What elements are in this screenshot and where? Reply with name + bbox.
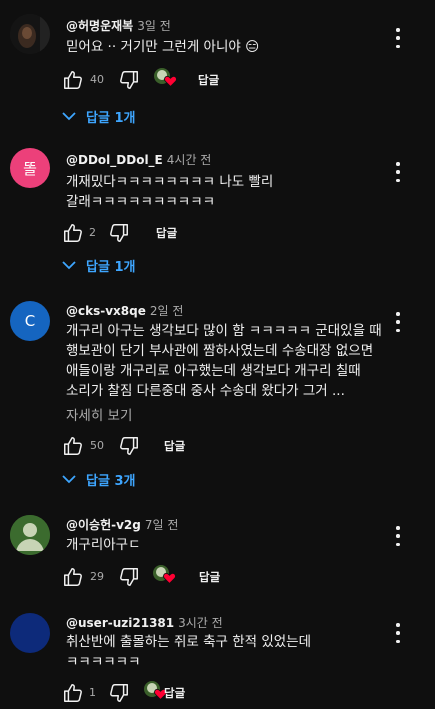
avatar-letter: C [24, 312, 36, 330]
dislike-button[interactable] [108, 221, 130, 245]
reply-button[interactable]: 답글 [156, 225, 177, 241]
like-count: 50 [90, 439, 104, 452]
reply-button[interactable]: 답글 [164, 685, 185, 701]
comment-time[interactable]: 2일 전 [150, 304, 184, 318]
avatar[interactable] [10, 613, 50, 653]
comment-time[interactable]: 3시간 전 [178, 616, 223, 630]
author-name[interactable]: @이승헌-v2g [66, 518, 141, 532]
replies-label: 답글 3개 [86, 473, 136, 489]
view-replies-button[interactable]: 답글 3개 [62, 467, 135, 491]
replies-label: 답글 1개 [86, 110, 136, 126]
view-replies-button[interactable]: 답글 1개 [62, 104, 135, 128]
avatar[interactable] [10, 14, 50, 54]
thumbs-down-icon [110, 684, 128, 702]
thumbs-up-icon [64, 224, 82, 242]
reply-button[interactable]: 답글 [164, 438, 185, 454]
thumbs-down-icon [120, 71, 138, 89]
like-button[interactable] [62, 565, 84, 589]
read-more-link[interactable]: 자세히 보기 [66, 404, 132, 424]
like-button[interactable] [62, 221, 84, 245]
comment-header: @cks-vx8qe 2일 전 [66, 302, 183, 319]
comment-actions: 50 답글 [62, 434, 402, 458]
like-count: 40 [90, 73, 104, 86]
like-button[interactable] [62, 434, 84, 458]
chevron-down-icon [62, 261, 76, 270]
avatar[interactable]: 똘 [10, 148, 50, 188]
thumbs-up-icon [64, 568, 82, 586]
comment-actions: 40 답글 [62, 68, 402, 92]
comment-actions: 2 답글 [62, 221, 402, 245]
view-replies-button[interactable]: 답글 1개 [62, 253, 135, 277]
comment-text: 개구리 아구는 생각보다 많이 함 ㅋㅋㅋㅋㅋ 군대있을 때 행보관이 단기 부… [66, 323, 382, 399]
creator-heart-icon [154, 67, 180, 93]
chevron-down-icon [62, 112, 76, 121]
comment-text: 믿어요 ·· 거기만 그런게 아니야 😑 [66, 39, 260, 55]
reply-button[interactable]: 답글 [199, 569, 220, 585]
like-count: 1 [89, 686, 96, 699]
comment-header: @DDol_DDol_E 4시간 전 [66, 151, 211, 168]
avatar-letter: 똘 [23, 159, 37, 178]
default-user-icon [10, 515, 50, 555]
replies-label: 답글 1개 [86, 259, 136, 275]
comment-time[interactable]: 3일 전 [137, 19, 171, 33]
thumbs-down-icon [120, 437, 138, 455]
creator-heart-icon [153, 564, 179, 590]
like-count: 2 [89, 226, 96, 239]
dislike-button[interactable] [118, 565, 140, 589]
author-name[interactable]: @cks-vx8qe [66, 304, 146, 318]
dislike-button[interactable] [118, 434, 140, 458]
like-count: 29 [90, 570, 104, 583]
comment-text: 개재밌다ㅋㅋㅋㅋㅋㅋㅋㅋ 나도 빨리 갈래ㅋㅋㅋㅋㅋㅋㅋㅋㅋㅋ [66, 174, 274, 210]
more-actions-icon[interactable] [392, 162, 404, 182]
comment-time[interactable]: 4시간 전 [167, 153, 212, 167]
like-button[interactable] [62, 68, 84, 92]
author-name[interactable]: @DDol_DDol_E [66, 153, 163, 167]
more-actions-icon[interactable] [392, 623, 404, 643]
thumbs-up-icon [64, 437, 82, 455]
thumbs-up-icon [64, 71, 82, 89]
chevron-down-icon [62, 475, 76, 484]
avatar[interactable] [10, 515, 50, 555]
more-actions-icon[interactable] [392, 312, 404, 332]
author-name[interactable]: @허명운재복 [66, 19, 133, 33]
comment-header: @user-uzi21381 3시간 전 [66, 614, 223, 631]
comment-time[interactable]: 7일 전 [145, 518, 179, 532]
comment-header: @허명운재복 3일 전 [66, 17, 171, 34]
comment-header: @이승헌-v2g 7일 전 [66, 516, 178, 533]
thumbs-up-icon [64, 684, 82, 702]
dislike-button[interactable] [108, 681, 130, 705]
comment-text: 취산반에 출몰하는 쥐로 축구 한적 있었는데 ㅋㅋㅋㅋㅋㅋ [66, 634, 312, 670]
comment-text: 개구리아구ㄷ [66, 537, 141, 553]
more-actions-icon[interactable] [392, 28, 404, 48]
comment-actions: 1 답글 [62, 681, 402, 705]
more-actions-icon[interactable] [392, 526, 404, 546]
thumbs-down-icon [110, 224, 128, 242]
dislike-button[interactable] [118, 68, 140, 92]
avatar[interactable]: C [10, 301, 50, 341]
avatar-photo-icon [10, 14, 50, 54]
thumbs-down-icon [120, 568, 138, 586]
comment-actions: 29 답글 [62, 565, 402, 589]
reply-button[interactable]: 답글 [198, 72, 219, 88]
author-name[interactable]: @user-uzi21381 [66, 616, 174, 630]
like-button[interactable] [62, 681, 84, 705]
